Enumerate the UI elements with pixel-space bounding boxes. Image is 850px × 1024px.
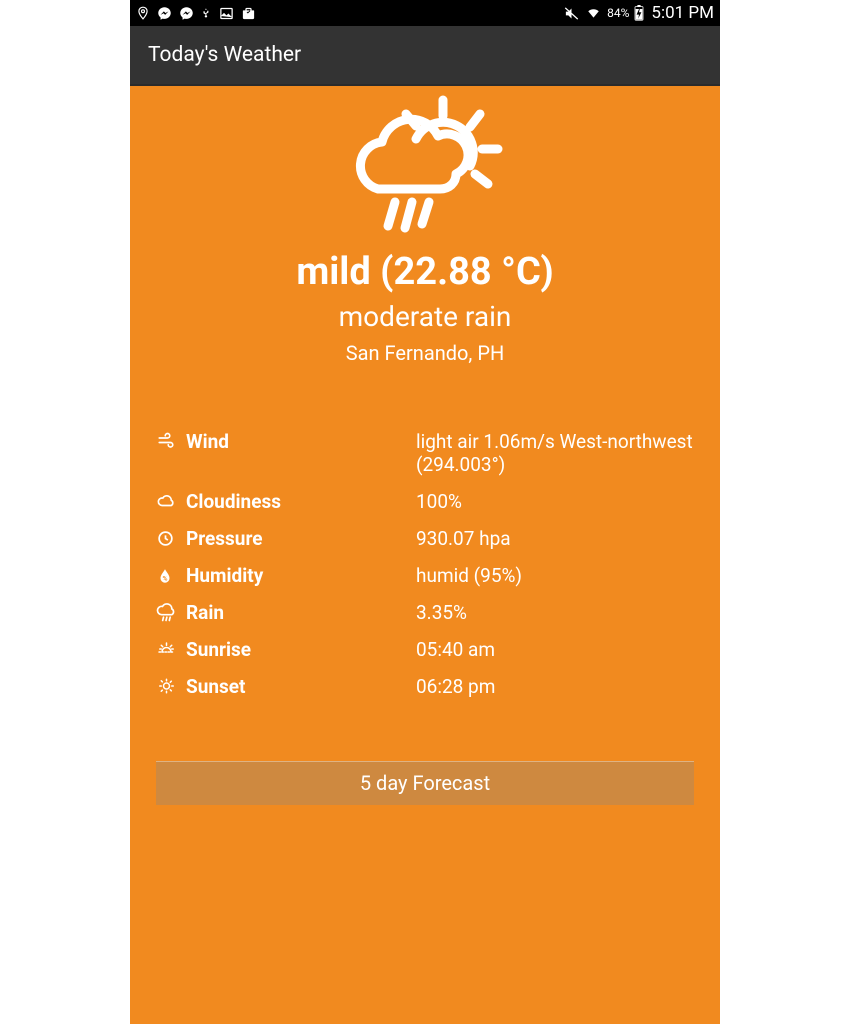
humidity-value: humid (95%) bbox=[416, 564, 694, 587]
messenger-icon bbox=[179, 6, 194, 21]
app-bar: Today's Weather bbox=[130, 26, 720, 86]
svg-text:%: % bbox=[163, 575, 168, 583]
row-cloudiness: Cloudiness 100% bbox=[156, 483, 694, 520]
battery-percent: 84% bbox=[607, 6, 629, 20]
humidity-label: Humidity bbox=[186, 564, 416, 587]
clock: 5:01 PM bbox=[651, 3, 714, 23]
temperature-line: mild (22.88 °C) bbox=[296, 250, 553, 294]
picture-icon bbox=[219, 6, 234, 21]
sunrise-value: 05:40 am bbox=[416, 638, 694, 661]
humidity-icon: % bbox=[156, 564, 186, 586]
battery-charging-icon bbox=[634, 5, 644, 21]
messenger-icon bbox=[157, 6, 172, 21]
rain-label: Rain bbox=[186, 601, 416, 624]
app-title: Today's Weather bbox=[148, 43, 301, 67]
wind-label: Wind bbox=[186, 430, 416, 453]
usb-icon bbox=[201, 5, 212, 21]
row-humidity: % Humidity humid (95%) bbox=[156, 557, 694, 594]
content: mild (22.88 °C) moderate rain San Fernan… bbox=[130, 86, 720, 1024]
pressure-value: 930.07 hpa bbox=[416, 527, 694, 550]
forecast-button[interactable]: 5 day Forecast bbox=[156, 761, 694, 805]
cloudiness-label: Cloudiness bbox=[186, 490, 416, 513]
rain-icon bbox=[156, 601, 186, 623]
mute-icon bbox=[563, 6, 580, 21]
sunset-value: 06:28 pm bbox=[416, 675, 694, 698]
sunrise-label: Sunrise bbox=[186, 638, 416, 661]
cloud-icon bbox=[156, 490, 186, 510]
sunset-label: Sunset bbox=[186, 675, 416, 698]
row-wind: Wind light air 1.06m/s West-northwest (2… bbox=[156, 423, 694, 483]
wifi-icon bbox=[585, 6, 602, 20]
weather-rain-sun-icon bbox=[340, 94, 510, 244]
status-right: 84% 5:01 PM bbox=[563, 3, 714, 23]
pressure-label: Pressure bbox=[186, 527, 416, 550]
condition-line: moderate rain bbox=[339, 300, 512, 333]
rain-value: 3.35% bbox=[416, 601, 694, 624]
row-sunrise: Sunrise 05:40 am bbox=[156, 631, 694, 668]
row-sunset: Sunset 06:28 pm bbox=[156, 668, 694, 705]
row-pressure: Pressure 930.07 hpa bbox=[156, 520, 694, 557]
status-left bbox=[136, 5, 256, 21]
wind-icon bbox=[156, 430, 186, 450]
row-rain: Rain 3.35% bbox=[156, 594, 694, 631]
device-frame: 84% 5:01 PM Today's Weather bbox=[130, 0, 720, 1024]
wind-value: light air 1.06m/s West-northwest (294.00… bbox=[416, 430, 694, 476]
location-pin-icon bbox=[136, 5, 150, 21]
status-bar: 84% 5:01 PM bbox=[130, 0, 720, 26]
location-line: San Fernando, PH bbox=[346, 341, 504, 365]
sunset-icon bbox=[156, 675, 186, 695]
store-icon bbox=[241, 6, 256, 21]
pressure-icon bbox=[156, 527, 186, 548]
sunrise-icon bbox=[156, 638, 186, 658]
details-list: Wind light air 1.06m/s West-northwest (2… bbox=[130, 423, 720, 705]
cloudiness-value: 100% bbox=[416, 490, 694, 513]
